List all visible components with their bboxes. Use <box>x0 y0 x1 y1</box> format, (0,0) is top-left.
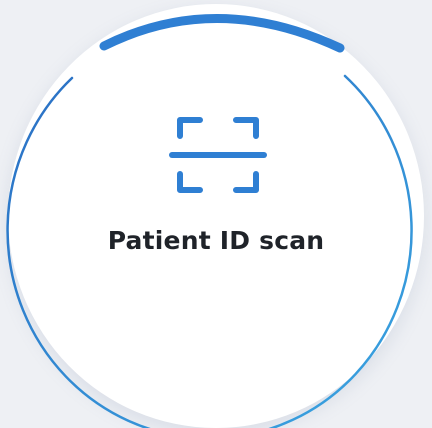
top-highlight-arc <box>99 14 345 53</box>
patient-id-scan-button[interactable]: Patient ID scan <box>0 0 432 428</box>
scan-icon <box>169 117 267 193</box>
scan-button-label: Patient ID scan <box>107 226 325 255</box>
scan-button-ring <box>6 14 413 428</box>
